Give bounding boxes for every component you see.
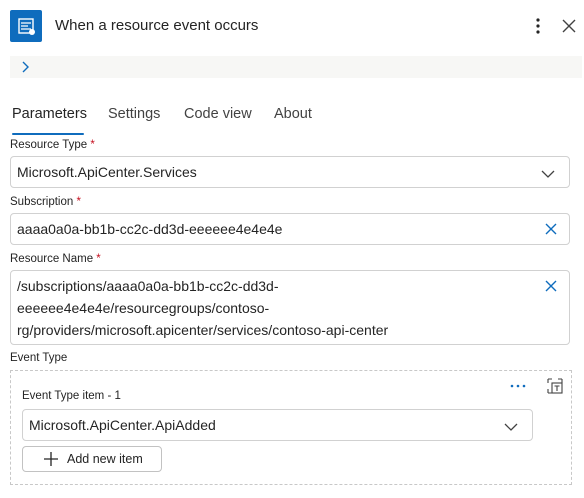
- clear-icon[interactable]: [545, 223, 557, 235]
- resource-type-value: Microsoft.ApiCenter.Services: [17, 164, 197, 180]
- close-icon[interactable]: [558, 14, 580, 38]
- resource-name-value: /subscriptions/aaaa0a0a-bb1b-cc2c-dd3d- …: [17, 278, 389, 338]
- event-type-item-dropdown[interactable]: Microsoft.ApiCenter.ApiAdded: [22, 409, 533, 441]
- tab-settings[interactable]: Settings: [108, 106, 160, 122]
- event-type-item-value: Microsoft.ApiCenter.ApiAdded: [29, 417, 216, 433]
- tab-about[interactable]: About: [274, 106, 312, 122]
- panel-header: When a resource event occurs: [0, 0, 584, 52]
- more-vertical-icon[interactable]: [530, 14, 546, 38]
- chevron-right-icon: [22, 61, 29, 73]
- chevron-down-icon: [504, 423, 518, 431]
- event-type-label: Event Type: [10, 352, 68, 364]
- subscription-input[interactable]: aaaa0a0a-bb1b-cc2c-dd3d-eeeeee4e4e4e: [10, 213, 570, 245]
- resource-name-label: Resource Name *: [10, 253, 101, 265]
- event-type-item-label: Event Type item - 1: [22, 390, 121, 402]
- add-new-item-label: Add new item: [67, 452, 143, 466]
- active-tab-indicator: [12, 133, 84, 135]
- more-horizontal-icon[interactable]: [508, 377, 528, 395]
- chevron-down-icon: [541, 170, 555, 178]
- resource-name-input[interactable]: /subscriptions/aaaa0a0a-bb1b-cc2c-dd3d- …: [10, 270, 570, 345]
- tab-code-view[interactable]: Code view: [184, 106, 252, 122]
- panel-title: When a resource event occurs: [55, 17, 259, 34]
- expand-section-toggle[interactable]: [10, 56, 582, 78]
- resource-type-dropdown[interactable]: Microsoft.ApiCenter.Services: [10, 156, 570, 188]
- plus-icon: [44, 452, 58, 466]
- resource-type-label: Resource Type *: [10, 139, 95, 151]
- subscription-label: Subscription *: [10, 196, 81, 208]
- event-grid-icon: [10, 10, 42, 42]
- switch-to-text-mode-icon[interactable]: [546, 377, 564, 400]
- clear-icon[interactable]: [545, 280, 557, 292]
- add-new-item-button[interactable]: Add new item: [22, 446, 162, 472]
- event-type-array-box: Event Type item - 1 Microsoft.ApiCenter.…: [10, 370, 572, 485]
- tab-parameters[interactable]: Parameters: [12, 106, 87, 122]
- subscription-value: aaaa0a0a-bb1b-cc2c-dd3d-eeeeee4e4e4e: [17, 221, 283, 237]
